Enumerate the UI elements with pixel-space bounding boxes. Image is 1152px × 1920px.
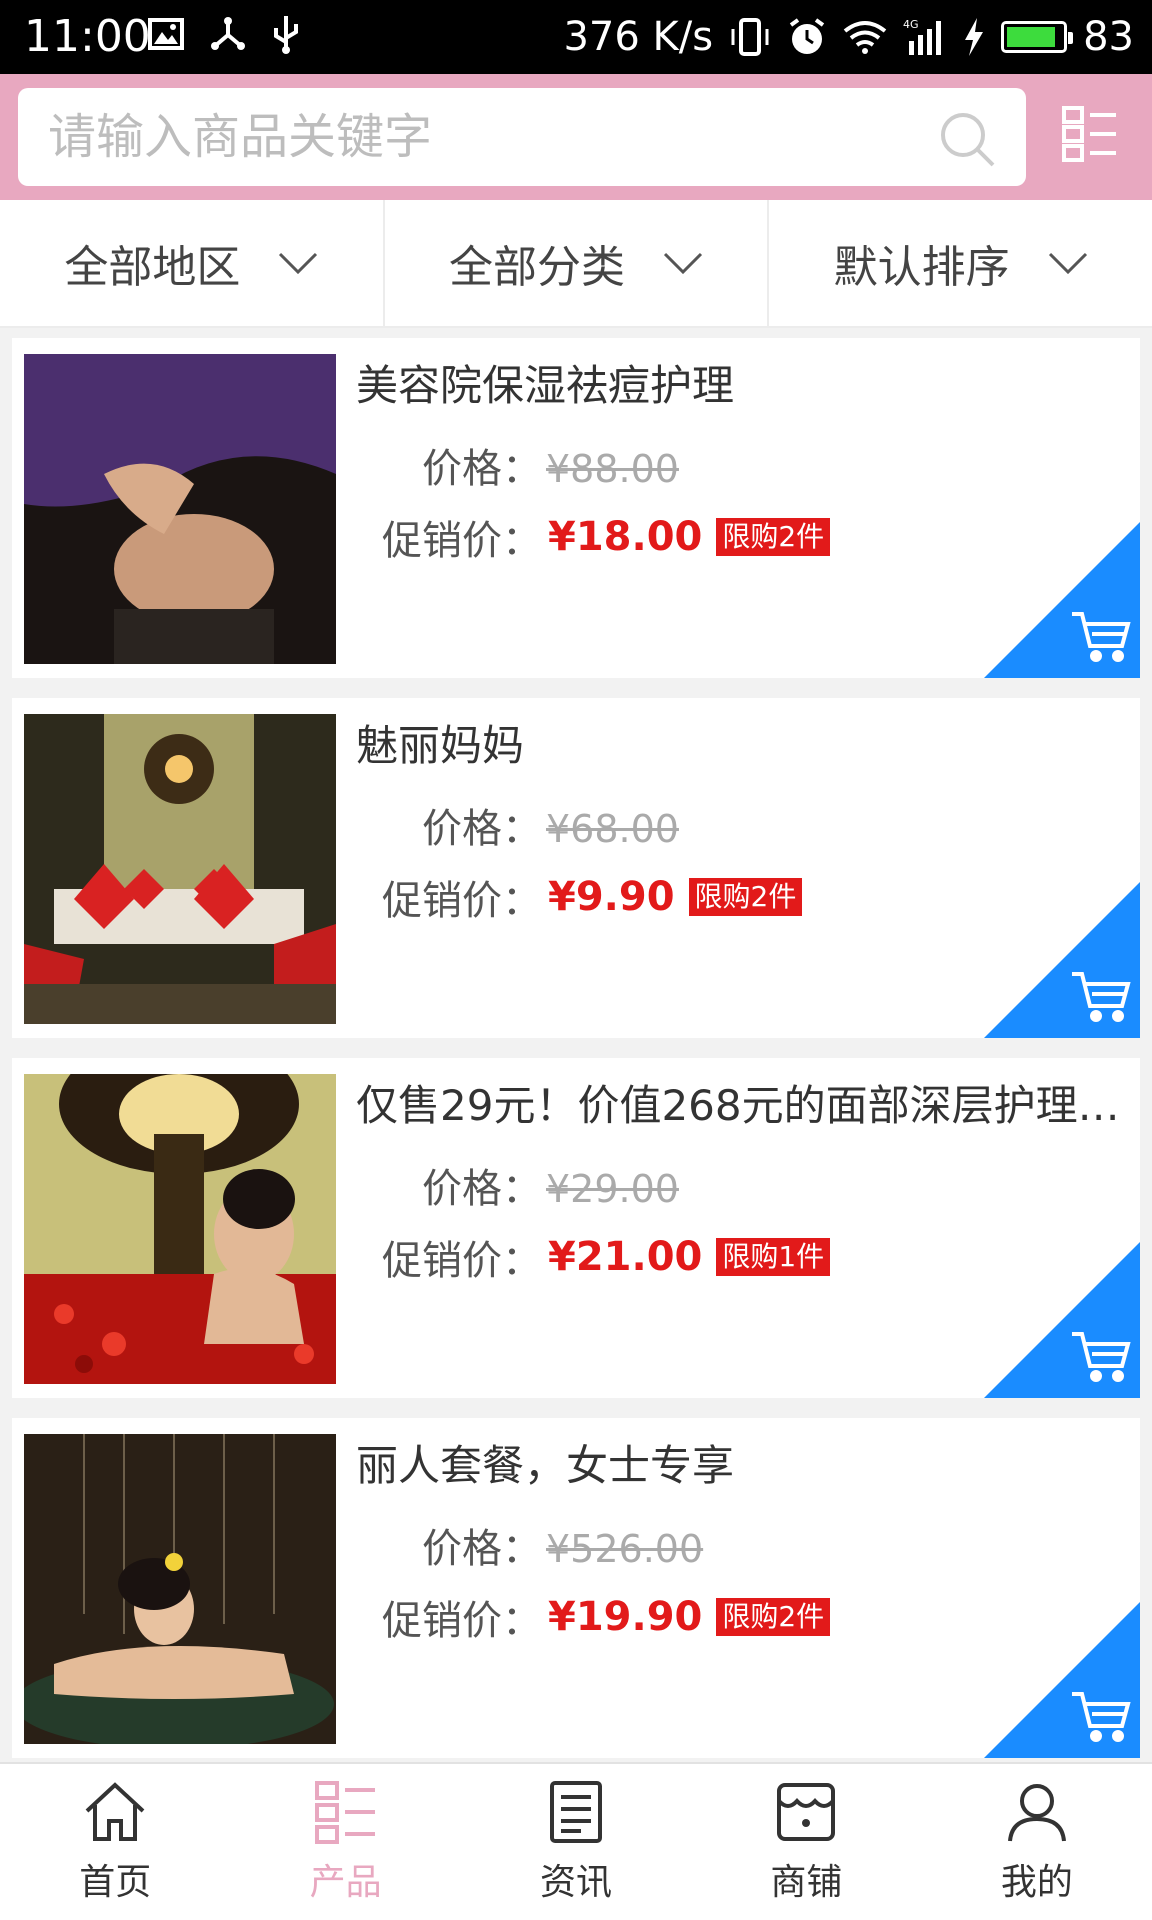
promo-price: ¥19.90 [548, 1594, 703, 1640]
news-icon [550, 1781, 603, 1843]
battery-icon [1001, 21, 1074, 53]
price-row: 价格： ¥88.00 [422, 436, 679, 494]
product-title[interactable]: 仅售29元！价值268元的面部深层护理… [356, 1078, 1132, 1134]
chevron-down-icon [279, 252, 318, 275]
vibrate-icon [731, 18, 769, 56]
shop-icon [777, 1783, 836, 1841]
battery-percent: 83 [1083, 14, 1134, 60]
usb-share-icon [211, 17, 245, 50]
promo-row: 促销价： ¥19.90 限购2件 [382, 1588, 831, 1646]
product-card[interactable]: 丽人套餐，女士专享 价格： ¥526.00 促销价： ¥19.90 限购2件 [12, 1418, 1140, 1758]
price-label: 价格： [422, 806, 542, 852]
product-title[interactable]: 美容院保湿祛痘护理 [356, 358, 1132, 414]
status-time: 11:00 [24, 11, 151, 62]
search-box [18, 88, 1026, 186]
chevron-down-icon [1048, 252, 1087, 275]
filter-category-label: 全部分类 [449, 242, 625, 293]
promo-row: 促销价： ¥18.00 限购2件 [382, 508, 831, 566]
search-input[interactable] [48, 88, 928, 186]
nav-news[interactable]: 资讯 [461, 1764, 691, 1920]
nav-mine[interactable]: 我的 [922, 1764, 1152, 1920]
price-label: 价格： [422, 446, 542, 492]
usb-icon [274, 16, 298, 54]
add-to-cart-button[interactable] [984, 1602, 1140, 1758]
promo-label: 促销价： [382, 878, 542, 924]
limit-badge: 限购1件 [716, 1238, 831, 1276]
product-image[interactable] [24, 1434, 336, 1744]
filter-region[interactable]: 全部地区 [0, 200, 385, 326]
add-to-cart-button[interactable] [984, 882, 1140, 1038]
status-left-icons [148, 14, 300, 54]
limit-badge: 限购2件 [716, 518, 831, 556]
grid-list-icon [314, 1781, 375, 1844]
nav-products-label: 产品 [309, 1862, 382, 1903]
home-icon [85, 1782, 145, 1841]
price-row: 价格： ¥68.00 [422, 796, 679, 854]
filter-category[interactable]: 全部分类 [385, 200, 770, 326]
nav-mine-label: 我的 [1000, 1862, 1073, 1903]
original-price: ¥88.00 [546, 447, 679, 491]
promo-price: ¥18.00 [548, 514, 703, 560]
product-title[interactable]: 丽人套餐，女士专享 [356, 1438, 1132, 1494]
product-card[interactable]: 美容院保湿祛痘护理 价格： ¥88.00 促销价： ¥18.00 限购2件 [12, 338, 1140, 678]
price-row: 价格： ¥526.00 [422, 1516, 703, 1574]
chevron-down-icon [663, 252, 703, 275]
bottom-nav: 首页 产品 资讯 商铺 我的 [0, 1762, 1152, 1920]
status-bar: 11:00 376 K/s 4G 83 [0, 0, 1152, 74]
image-icon [148, 18, 184, 50]
product-card[interactable]: 仅售29元！价值268元的面部深层护理… 价格： ¥29.00 促销价： ¥21… [12, 1058, 1140, 1398]
product-image[interactable] [24, 1074, 336, 1384]
product-list: 美容院保湿祛痘护理 价格： ¥88.00 促销价： ¥18.00 限购2件 魅丽… [12, 338, 1140, 1778]
add-to-cart-button[interactable] [984, 522, 1140, 678]
product-card[interactable]: 魅丽妈妈 价格： ¥68.00 促销价： ¥9.90 限购2件 [12, 698, 1140, 1038]
price-label: 价格： [422, 1166, 542, 1212]
promo-row: 促销价： ¥9.90 限购2件 [382, 868, 803, 926]
nav-products[interactable]: 产品 [230, 1764, 460, 1920]
filter-sort-label: 默认排序 [833, 242, 1010, 293]
network-speed: 376 K/s [563, 14, 714, 60]
original-price: ¥29.00 [546, 1167, 679, 1211]
search-icon[interactable] [938, 110, 996, 168]
nav-news-label: 资讯 [540, 1862, 613, 1903]
product-image[interactable] [24, 714, 336, 1024]
product-title[interactable]: 魅丽妈妈 [356, 718, 1132, 774]
promo-row: 促销价： ¥21.00 限购1件 [382, 1228, 831, 1286]
price-label: 价格： [422, 1526, 542, 1572]
add-to-cart-button[interactable] [984, 1242, 1140, 1398]
promo-label: 促销价： [382, 518, 542, 564]
nav-shop[interactable]: 商铺 [691, 1764, 921, 1920]
wifi-icon [843, 21, 887, 54]
user-icon [1007, 1784, 1066, 1842]
category-menu-icon[interactable] [1062, 106, 1118, 162]
status-right: 376 K/s 4G 83 [563, 12, 1134, 62]
alarm-icon [789, 18, 825, 54]
svg-text:4G: 4G [903, 18, 919, 31]
filter-sort[interactable]: 默认排序 [769, 200, 1152, 326]
promo-price: ¥9.90 [548, 874, 675, 920]
filter-region-label: 全部地区 [64, 242, 241, 293]
original-price: ¥526.00 [546, 1527, 704, 1571]
limit-badge: 限购2件 [688, 878, 803, 916]
product-image[interactable] [24, 354, 336, 664]
charging-icon [965, 18, 984, 56]
filter-bar: 全部地区 全部分类 默认排序 [0, 200, 1152, 328]
price-row: 价格： ¥29.00 [422, 1156, 679, 1214]
search-header [0, 74, 1152, 200]
nav-home[interactable]: 首页 [0, 1764, 230, 1920]
promo-label: 促销价： [382, 1238, 542, 1284]
signal-icon: 4G [903, 18, 942, 55]
nav-home-label: 首页 [79, 1862, 152, 1903]
original-price: ¥68.00 [546, 807, 679, 851]
promo-price: ¥21.00 [548, 1234, 703, 1280]
limit-badge: 限购2件 [716, 1598, 831, 1636]
nav-shop-label: 商铺 [770, 1862, 843, 1903]
promo-label: 促销价： [382, 1598, 542, 1644]
